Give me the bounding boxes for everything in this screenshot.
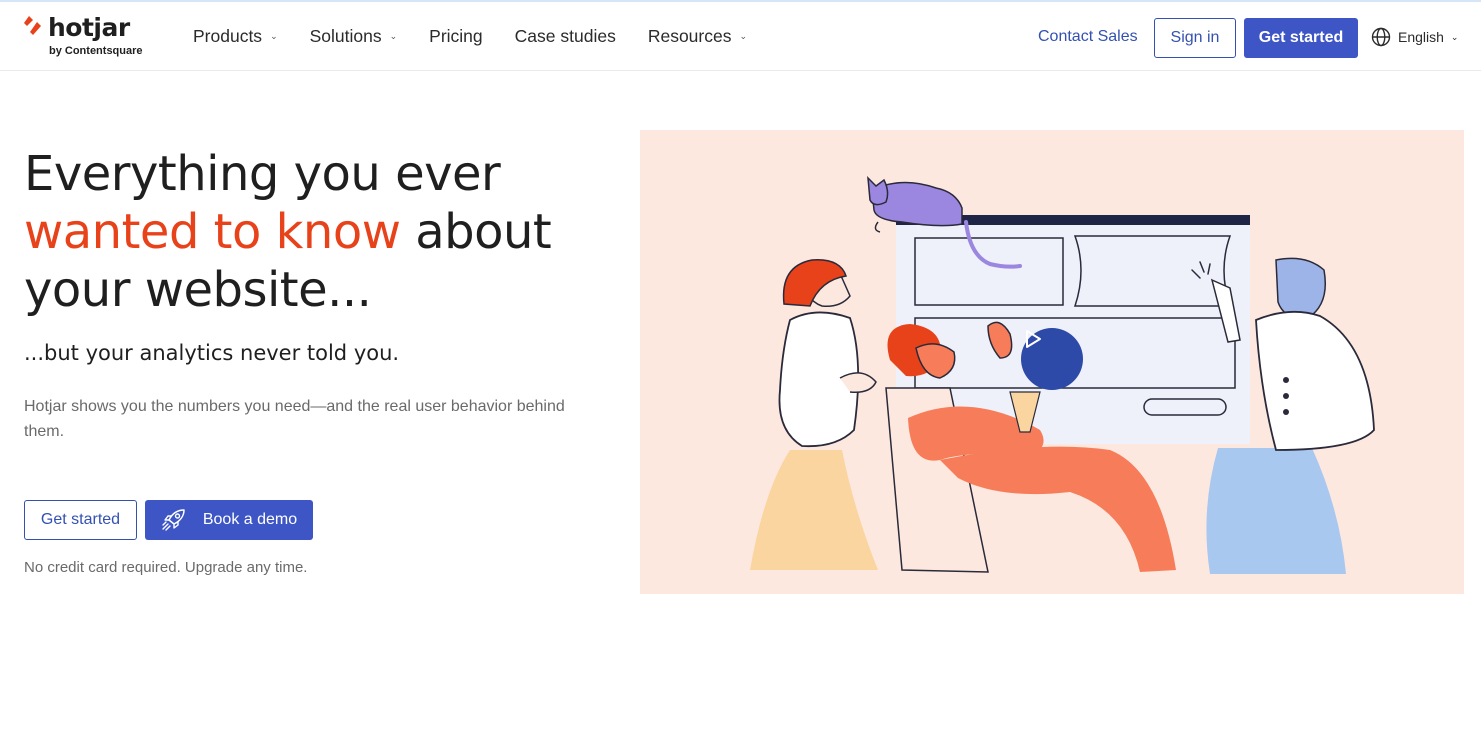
nav-case-studies[interactable]: Case studies [515,26,616,47]
chevron-down-icon: ⌄ [389,31,398,41]
play-video-button[interactable] [1021,328,1083,390]
woman-figure [750,450,878,570]
main-nav: Products ⌄ Solutions ⌄ Pricing Case stud… [193,26,779,47]
nav-pricing[interactable]: Pricing [429,26,483,47]
hero-headline: Everything you ever wanted to know about… [24,145,624,319]
hotjar-flame-icon [24,16,41,35]
language-selector[interactable]: English ⌄ [1371,27,1458,47]
nav-resources-label: Resources [647,26,732,46]
logo-byline: by Contentsquare [49,45,143,57]
hotjar-logo[interactable]: hotjar by Contentsquare [24,13,164,63]
sign-in-button[interactable]: Sign in [1154,18,1236,58]
man-standing [1206,448,1346,574]
top-navbar: hotjar by Contentsquare Products ⌄ Solut… [0,0,1481,71]
contact-sales-link[interactable]: Contact Sales [1038,28,1138,46]
language-label: English [1398,29,1444,45]
hero-illustration [640,130,1464,594]
no-credit-card-note: No credit card required. Upgrade any tim… [24,559,308,576]
nav-solutions-label: Solutions [309,26,382,46]
book-demo-label: Book a demo [202,511,298,528]
nav-case-studies-label: Case studies [514,26,616,46]
nav-products-label: Products [193,26,263,46]
hero-headline-part1: Everything you ever [24,146,501,202]
book-demo-button[interactable]: Book a demo [145,500,313,540]
nav-pricing-label: Pricing [429,26,483,46]
chevron-down-icon: ⌄ [1450,31,1459,42]
chevron-down-icon: ⌄ [270,31,278,41]
hero-headline-accent: wanted to know [24,204,401,260]
rocket-icon [162,509,185,531]
chevron-down-icon: ⌄ [739,31,748,41]
hero-description: Hotjar shows you the numbers you need—an… [24,398,565,440]
hero-get-started-button[interactable]: Get started [24,500,137,540]
hero-subheadline: ...but your analytics never told you. [24,341,400,365]
nav-products[interactable]: Products ⌄ [193,26,278,47]
globe-icon [1371,27,1391,47]
nav-resources[interactable]: Resources ⌄ [648,26,747,47]
logo-wordmark: hotjar [48,13,130,42]
nav-solutions[interactable]: Solutions ⌄ [310,26,398,47]
play-icon [1026,330,1041,348]
nav-get-started-button[interactable]: Get started [1244,18,1358,58]
